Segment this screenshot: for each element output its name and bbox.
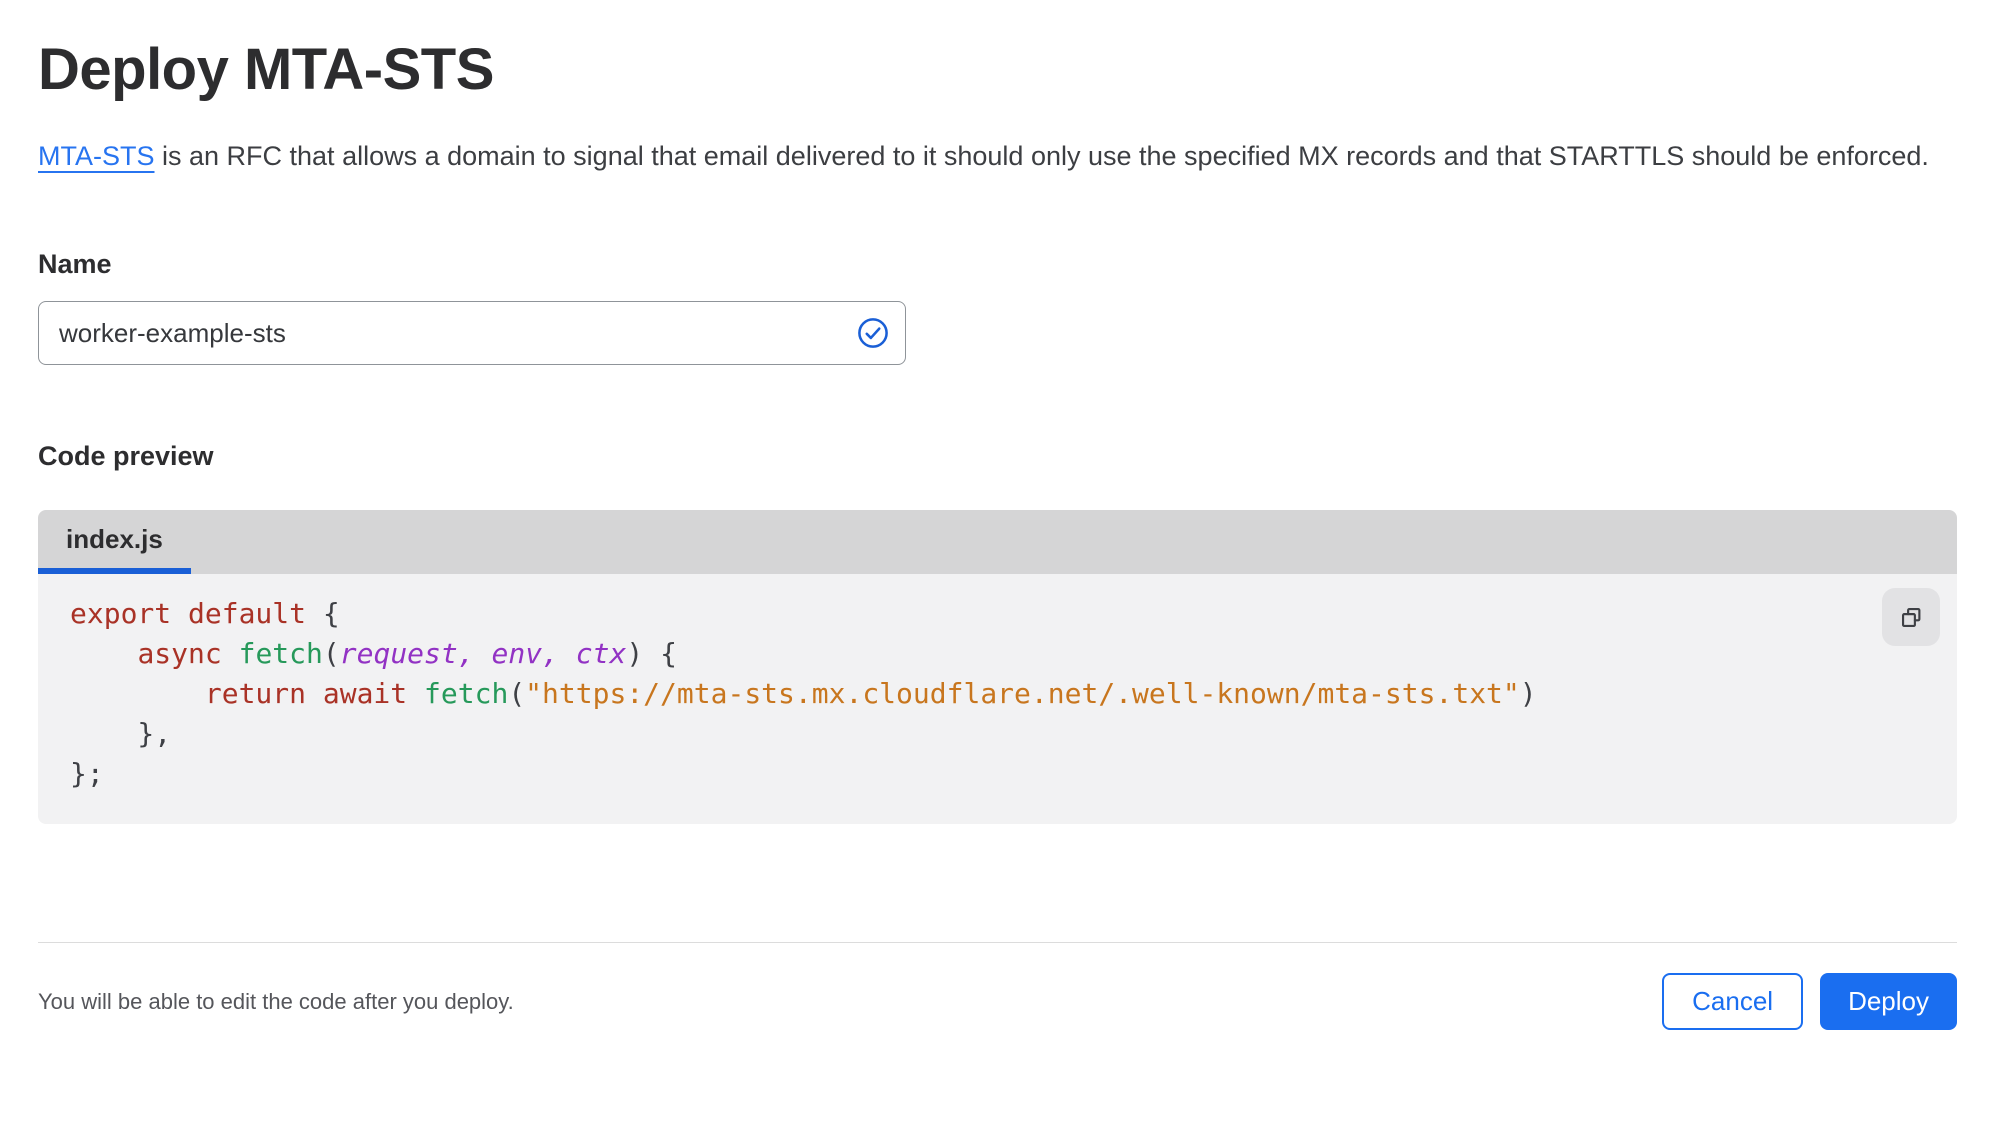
intro-text: is an RFC that allows a domain to signal… <box>154 141 1929 171</box>
name-input[interactable] <box>38 301 906 365</box>
code-preview-label: Code preview <box>38 441 214 471</box>
footer-actions: Cancel Deploy <box>1662 973 1957 1030</box>
code-block: export default { async fetch(request, en… <box>38 574 1957 824</box>
deploy-button[interactable]: Deploy <box>1820 973 1957 1030</box>
code-line: export default { <box>70 597 340 630</box>
name-label: Name <box>38 249 112 279</box>
code-preview-card: index.js export default { async fetch(re… <box>38 510 1957 824</box>
code-line: async fetch(request, env, ctx) { <box>137 637 677 670</box>
footer-bar: You will be able to edit the code after … <box>38 973 1957 1030</box>
copy-icon <box>1898 604 1925 631</box>
copy-button[interactable] <box>1882 588 1940 646</box>
code-line: return await fetch("https://mta-sts.mx.c… <box>204 677 1537 710</box>
deploy-mta-sts-page: Deploy MTA-STS MTA-STS is an RFC that al… <box>0 36 1999 1030</box>
tab-index-js[interactable]: index.js <box>38 510 191 574</box>
intro-paragraph: MTA-STS is an RFC that allows a domain t… <box>38 133 1933 179</box>
name-input-wrap <box>38 301 906 365</box>
footer-divider <box>38 942 1957 943</box>
code-tab-bar: index.js <box>38 510 1957 574</box>
code-lines: export default { async fetch(request, en… <box>70 594 1957 794</box>
cancel-button[interactable]: Cancel <box>1662 973 1804 1030</box>
check-circle-icon <box>857 317 889 349</box>
mta-sts-link[interactable]: MTA-STS <box>38 141 155 171</box>
code-line: }, <box>70 717 172 750</box>
code-line: }; <box>70 757 104 790</box>
page-title: Deploy MTA-STS <box>38 37 494 102</box>
footer-note: You will be able to edit the code after … <box>38 988 514 1014</box>
